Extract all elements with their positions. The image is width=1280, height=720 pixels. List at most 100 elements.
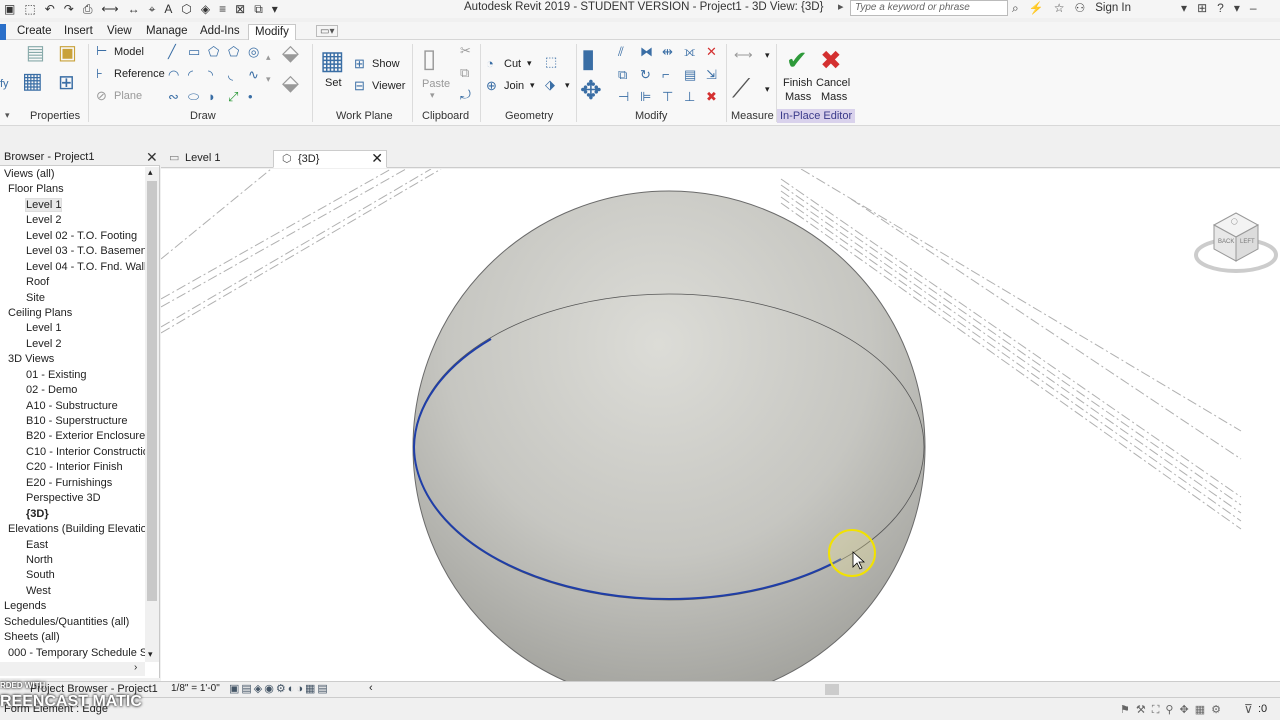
match-properties-icon[interactable]: ⤾	[460, 88, 471, 102]
sign-in-link[interactable]: Sign In	[1095, 2, 1131, 14]
tree-item[interactable]: B20 - Exterior Enclosure	[0, 429, 145, 444]
tree-item[interactable]: 01 - Existing	[0, 368, 145, 383]
type-properties-icon[interactable]: ▤	[26, 43, 45, 63]
surface-icon[interactable]: ⬙	[282, 42, 299, 64]
tree-item[interactable]: Level 04 - T.O. Fnd. Wall	[0, 260, 145, 275]
join-dropdown-icon[interactable]: ▾	[530, 80, 535, 91]
draw-tools-gallery[interactable]: ╱ ▭ ⬠ ⬠ ◎ ◠ ◜ ◝ ◟ ∿ ∾ ⬭ ◗ ⤢ •	[168, 44, 276, 106]
tree-item[interactable]: B10 - Superstructure	[0, 414, 145, 429]
scroll-up-icon[interactable]: ▴	[148, 167, 153, 178]
split-gap-icon[interactable]: ✕	[706, 45, 717, 59]
split-face-icon[interactable]: ⬗	[545, 78, 555, 92]
tree-item[interactable]: East	[0, 538, 145, 553]
tree-item[interactable]: Level 2	[0, 213, 145, 228]
scroll-right-icon[interactable]: ›	[134, 662, 137, 673]
tree-item[interactable]: Legends	[0, 599, 145, 614]
copy-element-icon[interactable]: ⧉	[618, 68, 627, 82]
measure-dropdown-icon[interactable]: ▾	[765, 50, 770, 61]
switch-windows-icon[interactable]: ⧉	[254, 2, 263, 17]
finish-mass-button-line2[interactable]: Mass	[785, 91, 811, 103]
tree-item[interactable]: Level 1	[0, 197, 145, 213]
filter-icon[interactable]: ⊽	[1244, 702, 1253, 716]
tab-manage[interactable]: Manage	[146, 24, 188, 41]
cancel-mass-button[interactable]: Cancel	[816, 77, 850, 89]
fillet-arc-icon[interactable]: ◟	[228, 68, 233, 82]
tree-item[interactable]: Floor Plans	[0, 182, 145, 197]
tree-item[interactable]: 000 - Temporary Schedule Sh	[0, 646, 145, 661]
tree-item[interactable]: 02 - Demo	[0, 383, 145, 398]
circle-tool-icon[interactable]: ◎	[248, 45, 259, 59]
family-category-icon[interactable]: ⊞	[58, 73, 75, 93]
tree-item[interactable]: C20 - Interior Finish	[0, 460, 145, 475]
tree-item[interactable]: Elevations (Building Elevatio	[0, 522, 145, 537]
section-icon[interactable]: ◈	[201, 2, 210, 16]
tree-item[interactable]: Perspective 3D	[0, 491, 145, 506]
circumscribed-polygon-icon[interactable]: ⬠	[228, 45, 239, 59]
save-icon[interactable]: ▣	[4, 2, 15, 16]
measure-distance-icon[interactable]: ⟷	[734, 48, 753, 62]
join-button[interactable]: Join	[504, 80, 524, 92]
user-icon[interactable]: ⚇	[1074, 1, 1085, 15]
view-tab-3d[interactable]: ⬡ {3D} ✕	[273, 150, 387, 168]
tree-item[interactable]: 3D Views	[0, 352, 145, 367]
cut-button[interactable]: Cut	[504, 58, 521, 70]
model-button[interactable]: Model	[114, 46, 144, 58]
show-work-plane-icon[interactable]: ⊞	[354, 57, 365, 71]
plane-icon[interactable]: ⊘	[96, 89, 107, 103]
tab-insert[interactable]: Insert	[64, 24, 93, 41]
print-icon[interactable]: ⎙	[83, 2, 93, 17]
reference-line-icon[interactable]: ⊦	[96, 67, 103, 81]
tag-icon[interactable]: ⌖	[149, 2, 156, 17]
half-ellipse-icon[interactable]: ◗	[208, 90, 216, 104]
paste-icon[interactable]: ▯	[422, 44, 436, 72]
sphere-mass[interactable]	[412, 190, 926, 681]
ellipse-icon[interactable]: ⬭	[188, 90, 199, 104]
plane-button[interactable]: Plane	[114, 90, 142, 102]
paste-button[interactable]: Paste	[422, 78, 450, 90]
pick-lines-icon[interactable]: ⤢	[228, 90, 238, 104]
cart-icon[interactable]: ⊞	[1197, 1, 1207, 15]
family-types-icon[interactable]: ▣	[58, 43, 77, 63]
cut-dropdown-icon[interactable]: ▾	[527, 58, 532, 69]
help-icon[interactable]: ?	[1217, 1, 1224, 15]
mirror-draw-axis-icon[interactable]: ⇹	[662, 45, 673, 59]
tree-item[interactable]: Ceiling Plans	[0, 306, 145, 321]
finish-mass-button[interactable]: Finish	[783, 77, 812, 89]
tree-item[interactable]: Level 02 - T.O. Footing	[0, 229, 145, 244]
viewer-button[interactable]: Viewer	[372, 80, 405, 92]
paste-dropdown-icon[interactable]: ▾	[430, 90, 435, 101]
arc-tangent-icon[interactable]: ◝	[208, 68, 213, 82]
finish-mass-icon[interactable]: ✔	[786, 46, 808, 74]
model-line-icon[interactable]: ⊢	[96, 44, 107, 58]
dimension-icon[interactable]: ↔	[128, 2, 140, 16]
vertical-scrollbar[interactable]: ▴ ▾	[145, 167, 159, 662]
modify-select-label[interactable]: fy	[0, 78, 9, 90]
tab-addins[interactable]: Add-Ins	[200, 24, 240, 41]
viewer-icon[interactable]: ⊟	[354, 79, 365, 93]
scroll-down-icon[interactable]: ▾	[148, 649, 153, 660]
signin-dropdown-icon[interactable]: ▾	[1181, 1, 1187, 15]
set-work-plane-icon[interactable]: ▦	[320, 46, 345, 74]
favorites-icon[interactable]: ☆	[1054, 1, 1065, 15]
ellipse-partial-icon[interactable]: ∾	[168, 90, 179, 104]
arc-center-icon[interactable]: ◜	[188, 68, 193, 82]
viewcube[interactable]: BACK LEFT ◯	[1194, 205, 1279, 277]
tree-item[interactable]: Site	[0, 291, 145, 306]
tree-item[interactable]: Sheets (all)	[0, 630, 145, 645]
set-button[interactable]: Set	[325, 77, 342, 89]
reference-button[interactable]: Reference	[114, 68, 165, 80]
search-input[interactable]: Type a keyword or phrase	[850, 0, 1008, 16]
tree-item[interactable]: Level 03 - T.O. Basement	[0, 244, 145, 259]
line-tool-icon[interactable]: ╱	[168, 45, 176, 59]
selection-options-icons[interactable]: ⚑⚒⛶⚲✥▦⚙	[1120, 703, 1227, 717]
cut-geometry-icon[interactable]: ◔	[486, 57, 494, 71]
tab-create[interactable]: Create	[17, 24, 52, 41]
tree-item[interactable]: Level 1	[0, 321, 145, 336]
view-control-icons[interactable]: ▣▤◈◉⚙◐◑▦▤	[229, 682, 330, 695]
tree-item[interactable]: Roof	[0, 275, 145, 290]
drawing-area[interactable]: BACK LEFT ◯	[161, 169, 1280, 681]
mirror-pick-axis-icon[interactable]: ⧓	[640, 45, 653, 59]
offset-icon[interactable]: ⫽	[618, 45, 624, 59]
horizontal-scroll-thumb[interactable]	[825, 684, 839, 695]
3d-viewport[interactable]	[161, 169, 1280, 681]
